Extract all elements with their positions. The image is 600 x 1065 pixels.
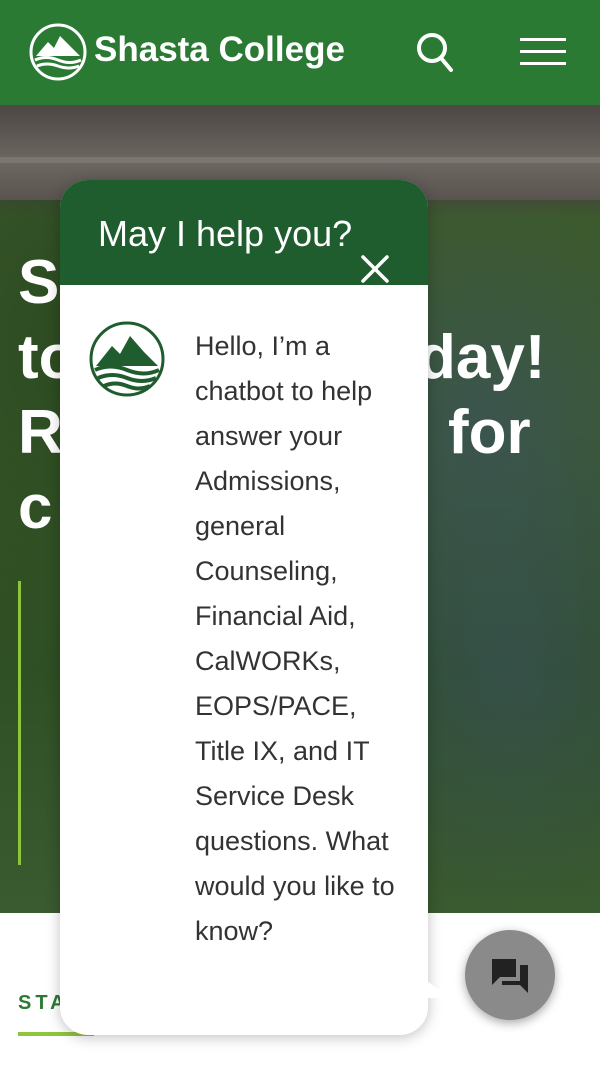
chat-message: Hello, I’m a chatbot to help answer your… xyxy=(195,331,395,946)
chat-launcher-button[interactable] xyxy=(465,930,555,1020)
brand-name[interactable]: Shasta College xyxy=(94,30,345,70)
chat-bubble-tail xyxy=(424,978,464,998)
search-icon[interactable] xyxy=(414,30,456,74)
close-icon[interactable] xyxy=(358,252,392,286)
hamburger-menu-icon[interactable] xyxy=(518,36,568,68)
site-header: Shasta College xyxy=(0,0,600,105)
chat-bubbles-icon xyxy=(492,959,528,993)
chat-header: May I help you? xyxy=(60,180,428,285)
chat-title: May I help you? xyxy=(98,213,353,254)
hero-accent-rule xyxy=(18,581,21,865)
chat-widget: May I help you? Hello, I’m a chatbot to … xyxy=(60,180,428,1035)
shasta-college-logo-icon xyxy=(89,321,165,397)
mountain-logo-icon[interactable] xyxy=(28,22,88,82)
